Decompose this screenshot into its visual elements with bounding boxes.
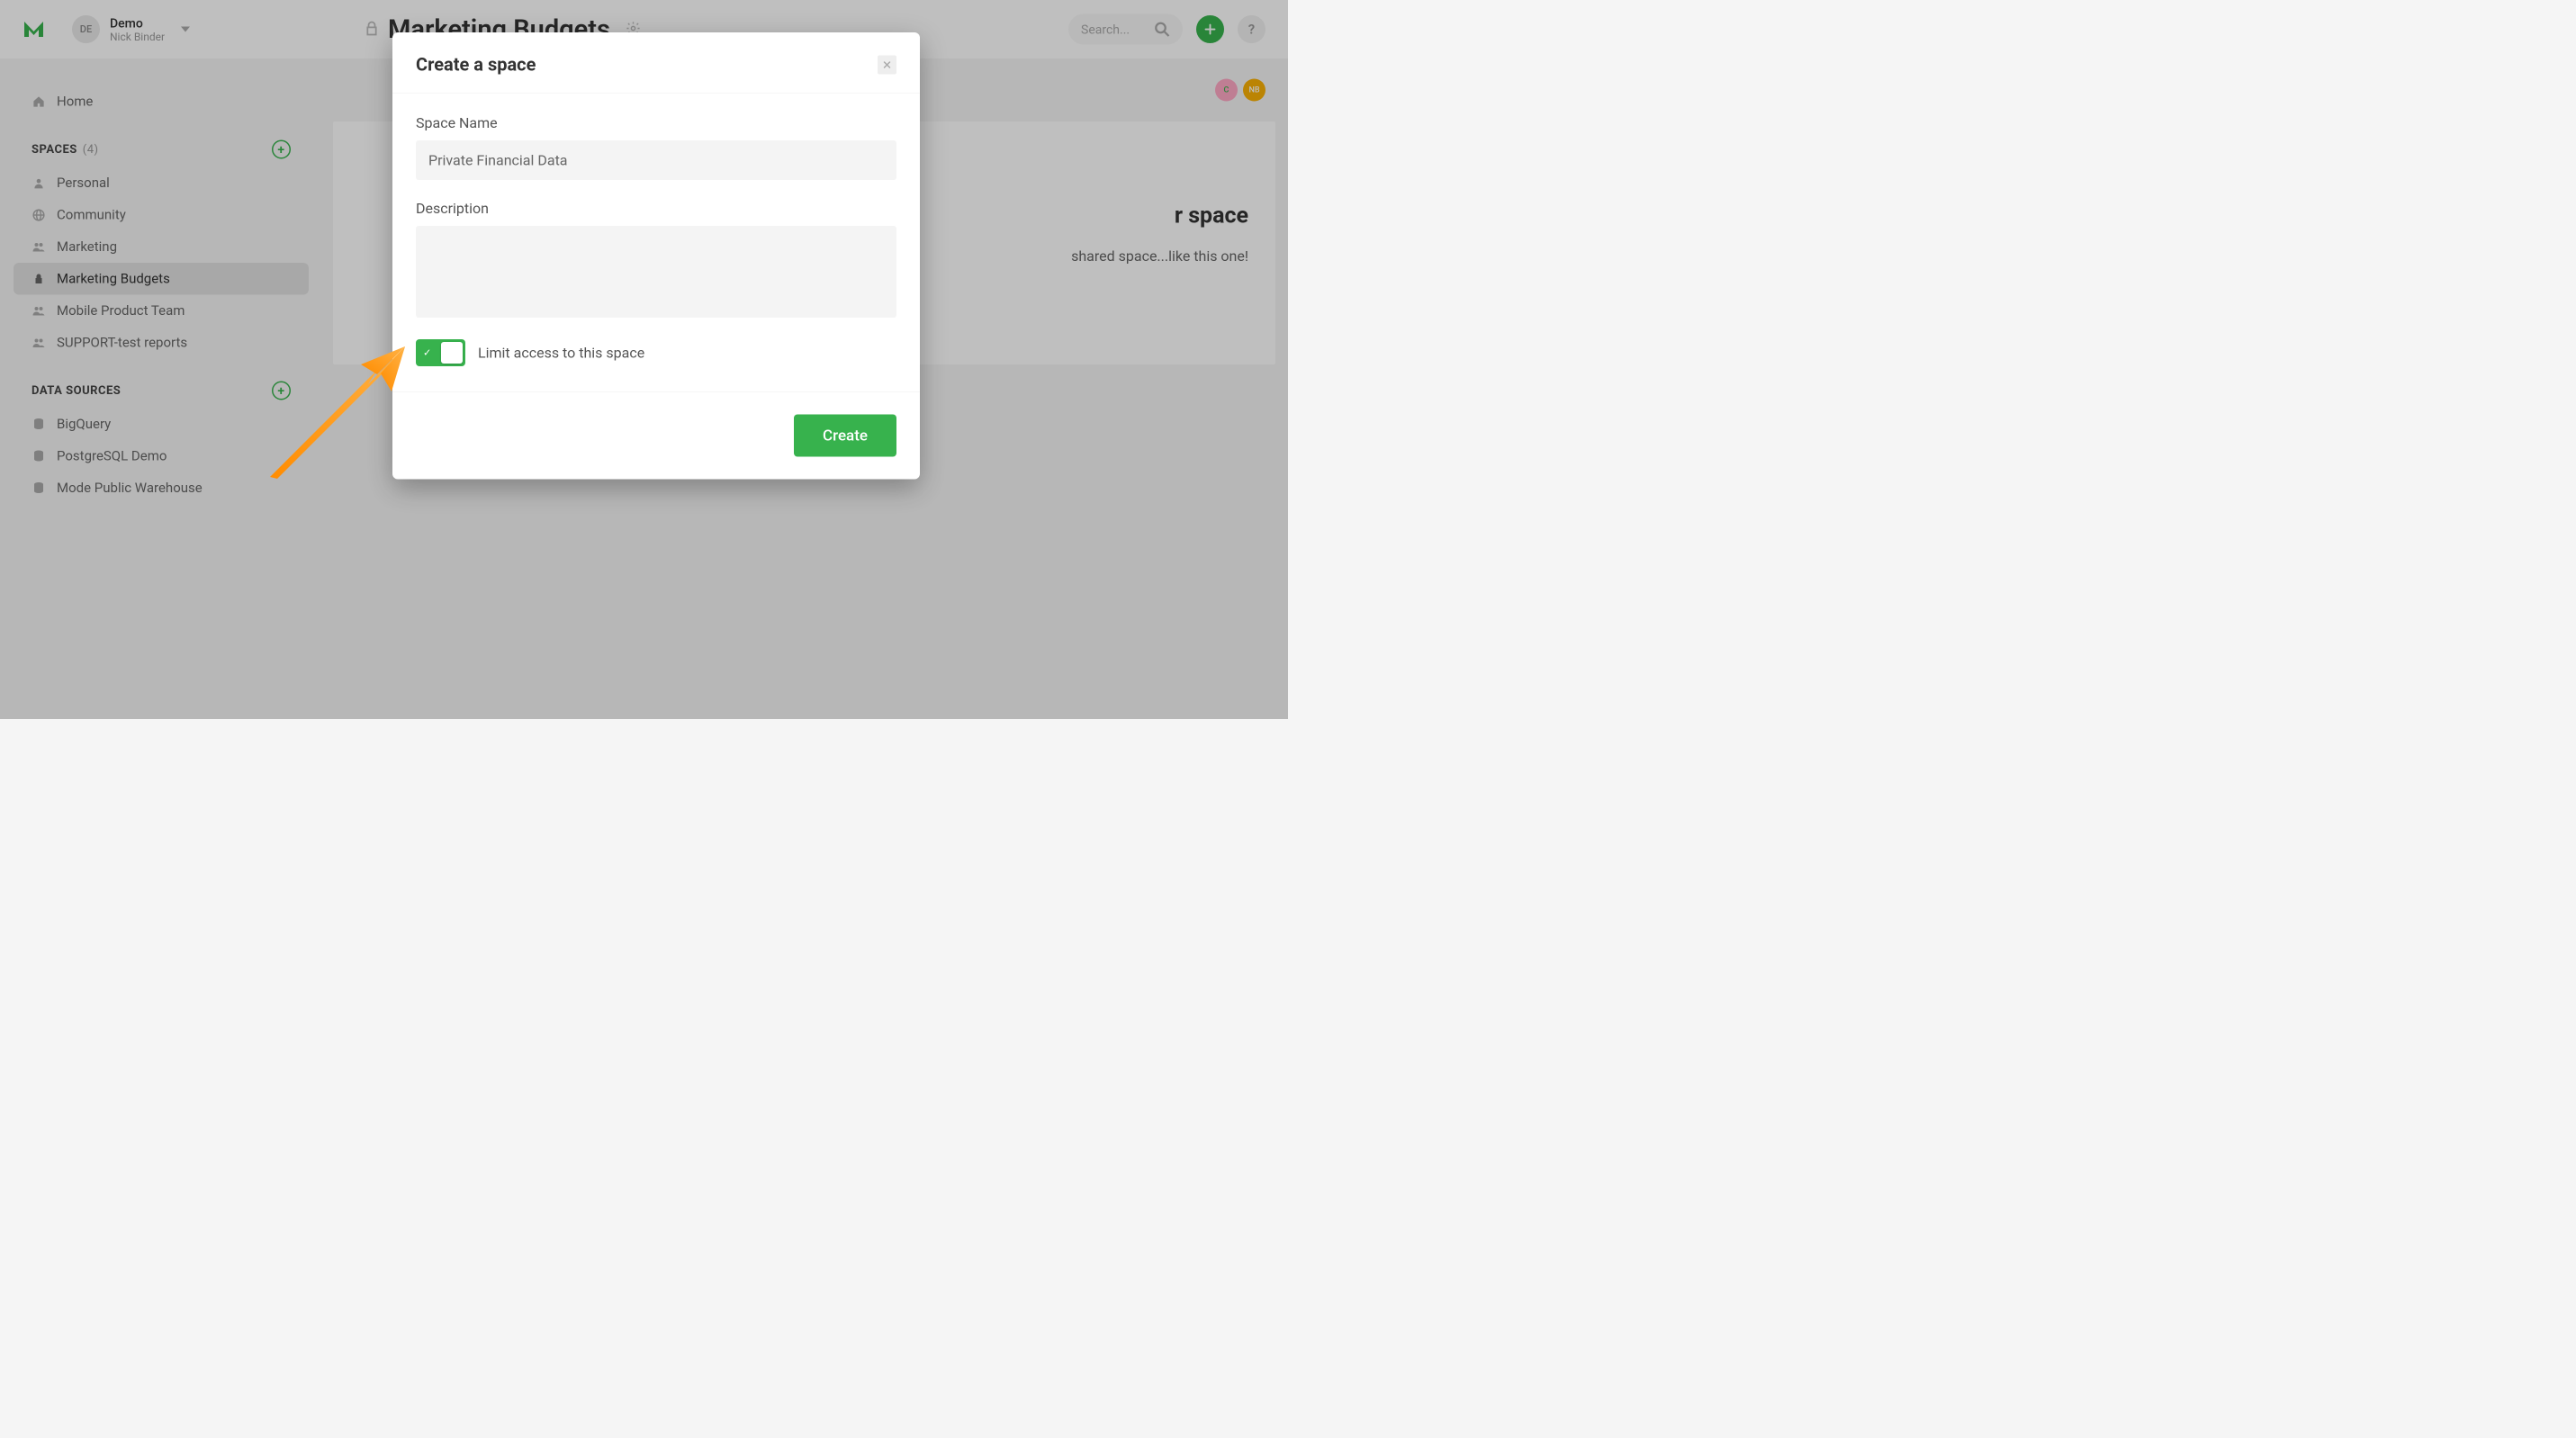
space-name-label: Space Name: [416, 114, 896, 131]
check-icon: ✓: [423, 347, 431, 359]
modal-title: Create a space: [416, 54, 536, 76]
limit-access-row: ✓ Limit access to this space: [416, 339, 896, 366]
description-input[interactable]: [416, 226, 896, 318]
modal-header: Create a space: [392, 32, 920, 94]
description-label: Description: [416, 200, 896, 217]
close-icon: [883, 60, 892, 69]
create-space-modal: Create a space Space Name Description ✓ …: [392, 32, 920, 480]
create-button[interactable]: Create: [794, 415, 896, 457]
close-button[interactable]: [878, 55, 896, 74]
modal-footer: Create: [392, 391, 920, 480]
limit-access-toggle[interactable]: ✓: [416, 339, 465, 366]
toggle-knob: [441, 342, 463, 364]
modal-body: Space Name Description ✓ Limit access to…: [392, 94, 920, 391]
space-name-input[interactable]: [416, 140, 896, 180]
limit-access-label: Limit access to this space: [478, 345, 644, 362]
